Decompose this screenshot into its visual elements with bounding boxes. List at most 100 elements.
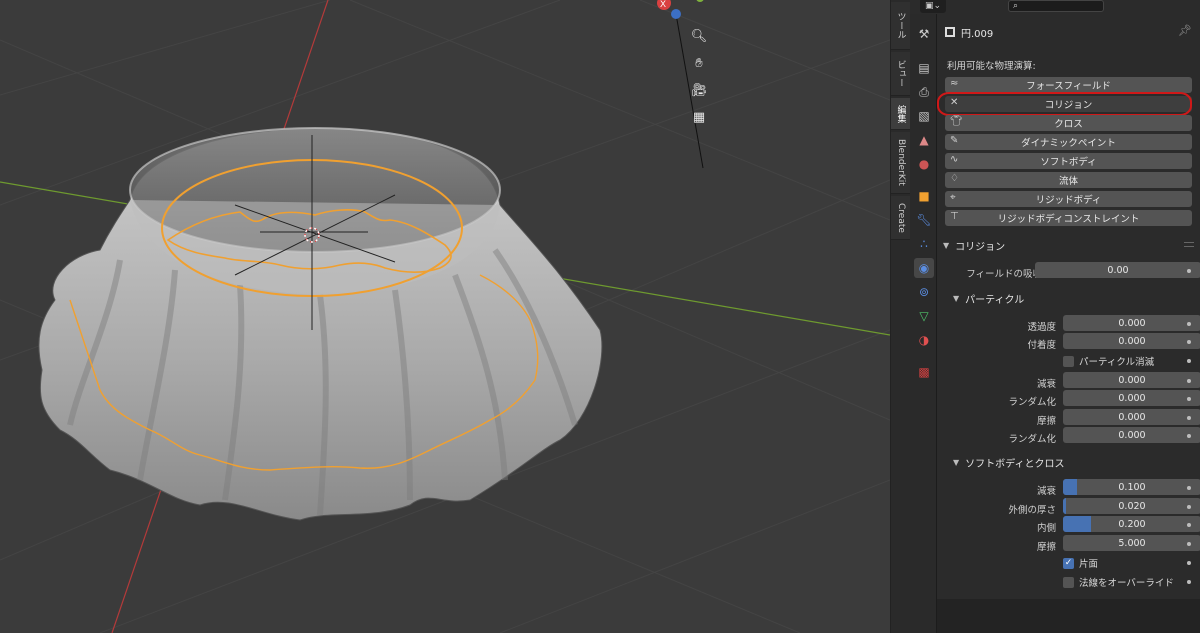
drag-grip-icon[interactable] xyxy=(1184,242,1194,247)
particle-damping-label: 減衰 xyxy=(1036,379,1056,390)
physics-softbody-button[interactable]: ∿ ソフトボディ xyxy=(945,153,1192,169)
viewport-scene: X xyxy=(0,0,890,633)
damping-random-label: ランダム化 xyxy=(1008,397,1056,408)
checkbox-unchecked-icon xyxy=(1063,576,1074,588)
mesh-object-icon xyxy=(945,27,955,37)
kill-particles-checkbox[interactable]: パーティクル消滅 xyxy=(1063,354,1154,368)
cloth-friction-field[interactable]: 5.000 xyxy=(1063,535,1200,551)
particles-icon[interactable]: ∴ xyxy=(914,234,934,254)
override-normals-checkbox[interactable]: 法線をオーバーライド xyxy=(1063,575,1174,589)
pan-hand-icon[interactable]: ✋︎ xyxy=(688,52,710,74)
inner-thickness-slider[interactable]: 0.200 xyxy=(1063,516,1200,532)
slider-fill xyxy=(1063,516,1091,532)
physics-rigidbody-constraint-button[interactable]: ⊤ リジッドボディコンストレイント xyxy=(945,210,1192,226)
view-layer-icon[interactable]: ▧ xyxy=(914,106,934,126)
particle-friction-field[interactable]: 0.000 xyxy=(1063,409,1200,425)
tab-tool[interactable]: ツール xyxy=(891,2,911,50)
particle-damping-field[interactable]: 0.000 xyxy=(1063,372,1200,388)
properties-editor: ▣⌄ ⌕ ⚒ ▤ ⎙ ▧ ▲ ● ■ 🔧︎ ∴ ◉ ⊚ ▽ ◑ ▩ 円.009 … xyxy=(910,0,1200,633)
red-highlight-annotation xyxy=(937,92,1192,116)
physics-cloth-button[interactable]: 👕︎ クロス xyxy=(945,115,1192,131)
cloth-damping-label: 減衰 xyxy=(1036,486,1056,497)
field-absorption-field[interactable]: 0.00 xyxy=(1035,262,1200,278)
damping-random-field[interactable]: 0.000 xyxy=(1063,390,1200,406)
keyframe-dot-icon[interactable] xyxy=(1187,580,1191,584)
material-icon[interactable]: ◑ xyxy=(914,330,934,350)
panel-empty-area xyxy=(937,599,1200,633)
collision-section-header[interactable]: ▼ コリジョン xyxy=(937,234,1200,256)
keyframe-dot-icon[interactable] xyxy=(1187,434,1191,438)
camera-icon[interactable]: 🎥︎ xyxy=(688,79,710,101)
particle-friction-label: 摩擦 xyxy=(1036,416,1056,427)
tab-blenderkit[interactable]: BlenderKit xyxy=(891,132,911,194)
scene-icon[interactable]: ▲ xyxy=(914,130,934,150)
render-icon[interactable]: ▤ xyxy=(914,58,934,78)
tool-settings-icon[interactable]: ⚒ xyxy=(914,24,934,44)
gizmo-x-label: X xyxy=(660,0,666,9)
field-absorption-label: フィールドの吸収 xyxy=(966,269,1042,280)
keyframe-dot-icon[interactable] xyxy=(1187,505,1191,509)
modifier-wrench-icon[interactable]: 🔧︎ xyxy=(914,210,934,230)
keyframe-dot-icon[interactable] xyxy=(1187,542,1191,546)
available-physics-label: 利用可能な物理演算: xyxy=(947,61,1036,72)
keyframe-dot-icon[interactable] xyxy=(1187,359,1191,363)
cloth-damping-slider[interactable]: 0.100 xyxy=(1063,479,1200,495)
particle-subsection-header[interactable]: ▼ パーティクル xyxy=(937,287,1200,309)
3d-viewport[interactable]: X 🔍︎ ✋︎ 🎥︎ ▦ xyxy=(0,0,890,633)
texture-icon[interactable]: ▩ xyxy=(914,362,934,382)
permeability-field[interactable]: 0.000 xyxy=(1063,315,1200,331)
sidebar-tabs: ツール ビュー 編集 BlenderKit Create xyxy=(890,0,911,633)
fluid-drop-icon: ♢ xyxy=(950,173,959,184)
gizmo-y-handle[interactable] xyxy=(696,0,704,2)
checkmark-icon: ✓ xyxy=(1063,557,1074,569)
world-icon[interactable]: ● xyxy=(914,154,934,174)
physics-panel: 円.009 📌︎ 利用可能な物理演算: ≈ フォースフィールド ✕ コリジョン … xyxy=(937,14,1200,633)
keyframe-dot-icon[interactable] xyxy=(1187,416,1191,420)
friction-random-label: ランダム化 xyxy=(1008,434,1056,445)
keyframe-dot-icon[interactable] xyxy=(1187,322,1191,326)
object-data-icon[interactable]: ▽ xyxy=(914,306,934,326)
keyframe-dot-icon[interactable] xyxy=(1187,486,1191,490)
properties-search-input[interactable]: ⌕ xyxy=(1008,0,1104,12)
output-icon[interactable]: ⎙ xyxy=(914,82,934,102)
keyframe-dot-icon[interactable] xyxy=(1187,523,1191,527)
constraint-icon[interactable]: ⊚ xyxy=(914,282,934,302)
stickiness-field[interactable]: 0.000 xyxy=(1063,333,1200,349)
keyframe-dot-icon[interactable] xyxy=(1187,397,1191,401)
keyframe-dot-icon[interactable] xyxy=(1187,340,1191,344)
zoom-icon[interactable]: 🔍︎ xyxy=(688,25,710,47)
single-sided-checkbox[interactable]: ✓ 片面 xyxy=(1063,556,1098,570)
stickiness-label: 付着度 xyxy=(1027,340,1056,351)
chevron-down-icon: ▼ xyxy=(953,293,960,303)
object-name-row: 円.009 xyxy=(945,24,993,40)
cloth-mesh[interactable] xyxy=(38,127,603,521)
softbody-icon: ∿ xyxy=(950,154,959,165)
permeability-label: 透過度 xyxy=(1027,322,1056,333)
pin-icon[interactable]: 📌︎ xyxy=(1178,24,1192,37)
outer-thickness-slider[interactable]: 0.020 xyxy=(1063,498,1200,514)
object-icon[interactable]: ■ xyxy=(914,186,934,206)
keyframe-dot-icon[interactable] xyxy=(1187,269,1191,273)
ortho-grid-icon[interactable]: ▦ xyxy=(688,106,710,128)
keyframe-dot-icon[interactable] xyxy=(1187,379,1191,383)
tab-edit[interactable]: 編集 xyxy=(891,98,911,130)
physics-dynamic-paint-button[interactable]: ✎ ダイナミックペイント xyxy=(945,134,1192,150)
object-name: 円.009 xyxy=(961,28,994,40)
tab-create[interactable]: Create xyxy=(891,196,911,240)
physics-fluid-button[interactable]: ♢ 流体 xyxy=(945,172,1192,188)
tab-view[interactable]: ビュー xyxy=(891,52,911,96)
physics-rigidbody-button[interactable]: ⌖ リジッドボディ xyxy=(945,191,1192,207)
softbody-cloth-subsection-header[interactable]: ▼ ソフトボディとクロス xyxy=(937,451,1200,473)
gizmo-z-handle[interactable] xyxy=(671,9,681,19)
inner-thickness-label: 内側 xyxy=(1036,523,1056,534)
editor-type-button[interactable]: ▣⌄ xyxy=(920,0,946,13)
rigidbody-icon: ⌖ xyxy=(950,192,956,203)
friction-random-field[interactable]: 0.000 xyxy=(1063,427,1200,443)
properties-header: ▣⌄ ⌕ xyxy=(910,0,1200,14)
keyframe-dot-icon[interactable] xyxy=(1187,561,1191,565)
cloth-icon: 👕︎ xyxy=(950,116,963,127)
checkbox-unchecked-icon xyxy=(1063,355,1074,367)
chevron-down-icon: ▼ xyxy=(953,457,960,467)
search-icon: ⌕ xyxy=(1013,1,1019,11)
physics-forcefield-button[interactable]: ≈ フォースフィールド xyxy=(945,77,1192,93)
